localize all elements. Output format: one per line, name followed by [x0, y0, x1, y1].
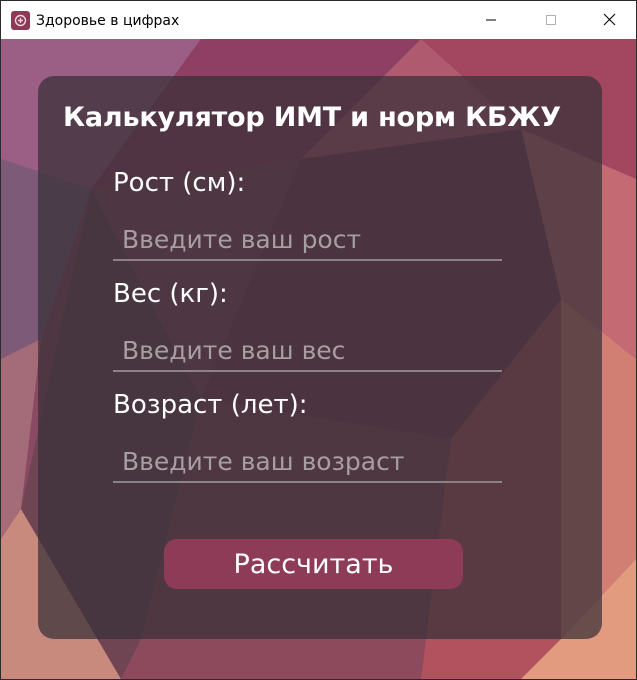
weight-input[interactable] [113, 332, 502, 372]
card-title: Калькулятор ИМТ и норм КБЖУ [63, 102, 561, 133]
height-input[interactable] [113, 221, 502, 261]
weight-label: Вес (кг): [113, 279, 228, 309]
minimize-button[interactable] [468, 1, 514, 39]
close-icon [603, 11, 616, 30]
maximize-button[interactable] [528, 1, 574, 39]
calculator-card: Калькулятор ИМТ и норм КБЖУ Рост (см): В… [38, 76, 602, 639]
close-button[interactable] [586, 1, 632, 39]
height-label: Рост (см): [113, 168, 246, 198]
calculate-button[interactable]: Рассчитать [164, 539, 463, 589]
app-logo-icon [11, 11, 30, 30]
age-label: Возраст (лет): [113, 390, 308, 420]
age-input[interactable] [113, 443, 502, 483]
maximize-icon [545, 11, 557, 30]
window-title: Здоровье в цифрах [36, 13, 180, 29]
app-window: Здоровье в цифрах Калькулятор ИМТ и норм… [0, 0, 637, 680]
minimize-icon [485, 11, 497, 30]
title-bar[interactable]: Здоровье в цифрах [1, 1, 636, 39]
